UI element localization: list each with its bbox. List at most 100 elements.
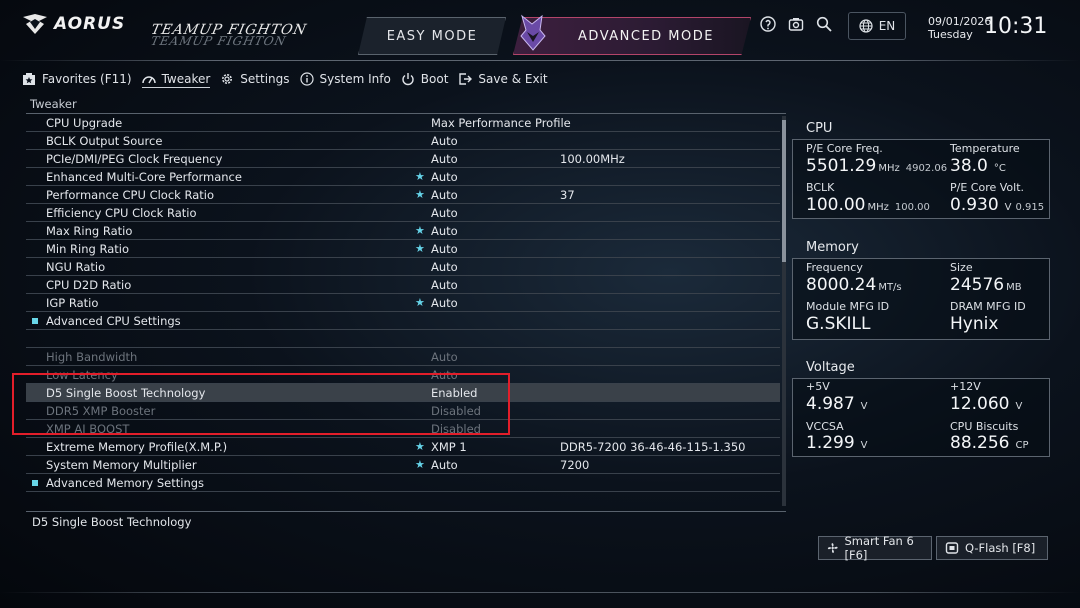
- language-button[interactable]: EN: [848, 12, 906, 40]
- tab-system-info[interactable]: System Info: [299, 70, 391, 88]
- setting-row-pcie-clock-frequency[interactable]: PCIe/DMI/PEG Clock Frequency Auto 100.00…: [26, 150, 780, 168]
- aorus-logo: AORUS: [22, 13, 125, 35]
- setting-current-value: DDR5-7200 36-46-46-115-1.350: [560, 440, 746, 454]
- setting-name: Extreme Memory Profile(X.M.P.): [46, 440, 228, 454]
- mem-size-number: 24576: [950, 275, 1005, 295]
- v5-unit: V: [860, 401, 868, 412]
- tab-boot[interactable]: Boot: [401, 70, 448, 88]
- settings-scrollbar[interactable]: [782, 116, 786, 506]
- header-icons: [760, 16, 832, 32]
- setting-value[interactable]: Auto: [431, 240, 458, 258]
- setting-name: BCLK Output Source: [46, 134, 163, 148]
- setting-name: Performance CPU Clock Ratio: [46, 188, 214, 202]
- scrollbar-thumb[interactable]: [782, 120, 786, 262]
- setting-value[interactable]: XMP 1: [431, 438, 467, 456]
- core-freq-value: 5501.29 MHz 4902.06: [806, 156, 947, 176]
- v12-value: 12.060 V: [950, 394, 1022, 414]
- bclk-label: BCLK: [806, 181, 835, 194]
- tab-favorites-label: Favorites (F11): [42, 72, 132, 86]
- tab-system-info-label: System Info: [319, 72, 391, 86]
- setting-name: CPU Upgrade: [46, 116, 123, 130]
- screenshot-icon[interactable]: [788, 16, 804, 32]
- advanced-mode-button[interactable]: ADVANCED MODE: [513, 17, 751, 55]
- easy-mode-button[interactable]: EASY MODE: [358, 17, 506, 55]
- setting-row-memory-multiplier[interactable]: System Memory Multiplier ★ Auto 7200: [26, 456, 780, 474]
- bclk-number: 100.00: [806, 195, 866, 215]
- time-display: 10:31: [984, 14, 1048, 39]
- mem-size-unit: MB: [1006, 282, 1022, 293]
- setting-row-cpu-d2d-ratio[interactable]: CPU D2D Ratio Auto: [26, 276, 780, 294]
- header-divider: [0, 60, 1080, 61]
- submenu-advanced-cpu-settings[interactable]: Advanced CPU Settings: [26, 312, 780, 330]
- setting-row-xmp-profile[interactable]: Extreme Memory Profile(X.M.P.) ★ XMP 1 D…: [26, 438, 780, 456]
- qflash-label: Q-Flash [F8]: [965, 541, 1036, 555]
- setting-value[interactable]: Auto: [431, 204, 458, 222]
- voltage-title: Voltage: [806, 360, 855, 375]
- setting-value[interactable]: Auto: [431, 222, 458, 240]
- qflash-button[interactable]: Q-Flash [F8]: [936, 536, 1048, 560]
- core-volt-label: P/E Core Volt.: [950, 181, 1025, 194]
- setting-current-value: 7200: [560, 458, 590, 472]
- core-freq-unit: MHz: [878, 163, 900, 174]
- setting-value[interactable]: Auto: [431, 276, 458, 294]
- setting-row-ngu-ratio[interactable]: NGU Ratio Auto: [26, 258, 780, 276]
- setting-name: Enhanced Multi-Core Performance: [46, 170, 242, 184]
- main-menu: Favorites (F11) Tweaker Settings System …: [22, 70, 548, 88]
- setting-value[interactable]: Auto: [431, 168, 458, 186]
- tab-settings-label: Settings: [240, 72, 290, 86]
- setting-current-value: 37: [560, 188, 575, 202]
- core-volt-sub: 0.915: [1015, 202, 1045, 213]
- bclk-sub: 100.00: [894, 202, 930, 213]
- setting-value[interactable]: Auto: [431, 456, 458, 474]
- memory-info-box: Frequency 8000.24 MT/s Size 24576 MB Modul…: [792, 258, 1050, 340]
- setting-value[interactable]: Auto: [431, 258, 458, 276]
- tab-favorites[interactable]: Favorites (F11): [22, 70, 132, 88]
- setting-value[interactable]: Auto: [431, 132, 458, 150]
- favorites-icon: [23, 73, 35, 85]
- smart-fan-button[interactable]: Smart Fan 6 [F6]: [818, 534, 932, 562]
- tab-tweaker[interactable]: Tweaker: [141, 70, 211, 88]
- mem-freq-label: Frequency: [806, 261, 863, 274]
- v12-label: +12V: [950, 380, 981, 393]
- setting-row-max-ring-ratio[interactable]: Max Ring Ratio ★ Auto: [26, 222, 780, 240]
- setting-name: NGU Ratio: [46, 260, 106, 274]
- vccsa-number: 1.299: [806, 433, 855, 453]
- setting-name: Advanced CPU Settings: [46, 314, 181, 328]
- setting-row-cpu-upgrade[interactable]: CPU Upgrade Max Performance Profile: [26, 114, 780, 132]
- globe-icon: [859, 19, 873, 33]
- setting-value[interactable]: Auto: [431, 294, 458, 312]
- tab-save-exit-label: Save & Exit: [478, 72, 548, 86]
- tab-settings[interactable]: Settings: [220, 70, 290, 88]
- setting-value[interactable]: Auto: [431, 186, 458, 204]
- mascot-icon: [520, 14, 546, 51]
- setting-row-min-ring-ratio[interactable]: Min Ring Ratio ★ Auto: [26, 240, 780, 258]
- exit-icon: [459, 73, 473, 85]
- setting-row-perf-cpu-ratio[interactable]: Performance CPU Clock Ratio ★ Auto 37: [26, 186, 780, 204]
- info-icon: [299, 72, 314, 86]
- setting-value[interactable]: Max Performance Profile: [431, 114, 571, 132]
- search-icon[interactable]: [816, 16, 832, 32]
- favorite-star-icon: ★: [415, 224, 425, 237]
- tab-save-exit[interactable]: Save & Exit: [458, 70, 548, 88]
- setting-current-value: 100.00MHz: [560, 152, 625, 166]
- setting-value[interactable]: Auto: [431, 150, 458, 168]
- gear-icon: [222, 74, 233, 84]
- bclk-unit: MHz: [867, 202, 889, 213]
- vccsa-value: 1.299 V: [806, 433, 868, 453]
- v5-number: 4.987: [806, 394, 855, 414]
- cpu-biscuits-value: 88.256 CP: [950, 433, 1029, 453]
- setting-row-enhanced-multicore[interactable]: Enhanced Multi-Core Performance ★ Auto: [26, 168, 780, 186]
- favorite-star-icon: ★: [415, 188, 425, 201]
- favorite-star-icon: ★: [415, 296, 425, 309]
- submenu-bullet-icon: [32, 318, 38, 324]
- help-icon[interactable]: [760, 16, 776, 32]
- setting-row-bclk-output-source[interactable]: BCLK Output Source Auto: [26, 132, 780, 150]
- setting-name: CPU D2D Ratio: [46, 278, 132, 292]
- temperature-value: 38.0 °C: [950, 156, 1006, 176]
- setting-row-igp-ratio[interactable]: IGP Ratio ★ Auto: [26, 294, 780, 312]
- setting-row-eff-cpu-ratio[interactable]: Efficiency CPU Clock Ratio Auto: [26, 204, 780, 222]
- blank-row: [26, 330, 780, 348]
- favorite-star-icon: ★: [415, 458, 425, 471]
- submenu-advanced-memory-settings[interactable]: Advanced Memory Settings: [26, 474, 780, 492]
- dram-mfg-label: DRAM MFG ID: [950, 300, 1026, 313]
